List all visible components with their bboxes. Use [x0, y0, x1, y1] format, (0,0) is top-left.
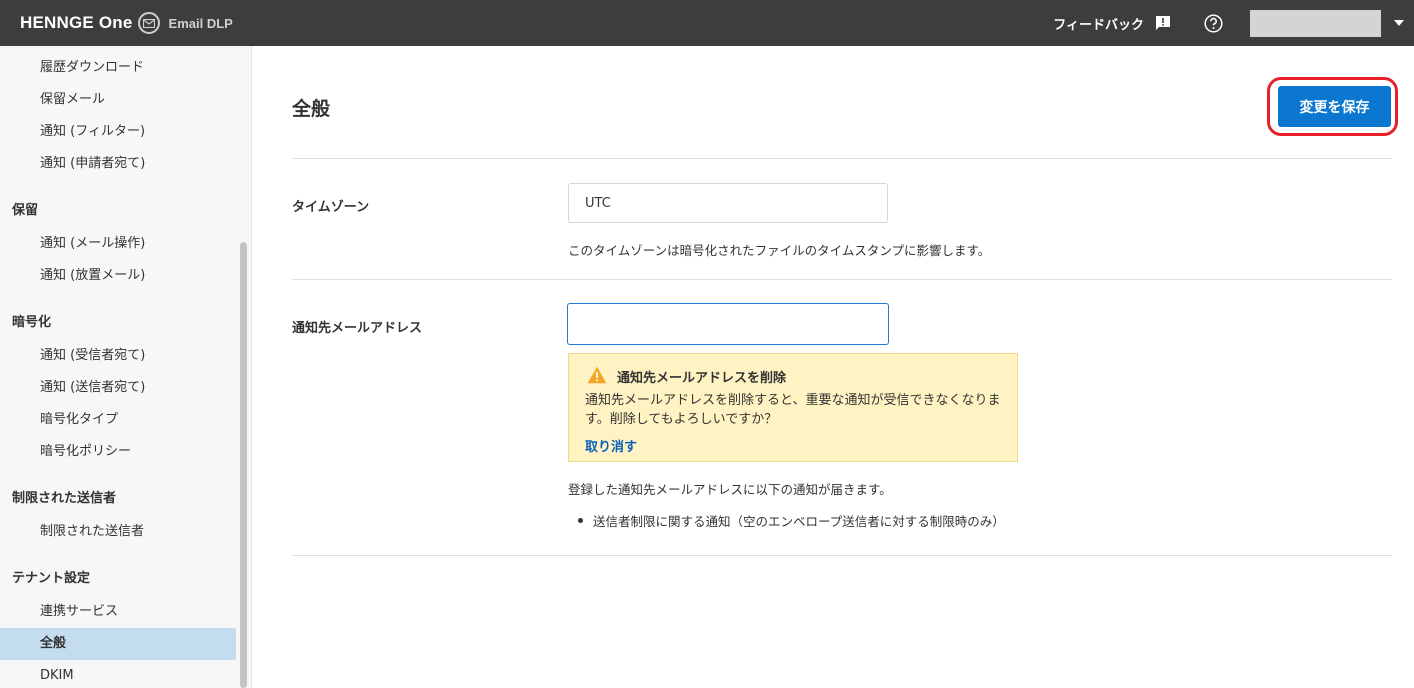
sidebar-item[interactable]: 保留メール [0, 84, 236, 116]
divider [292, 279, 1392, 280]
sidebar-item[interactable]: 暗号化ポリシー [0, 436, 236, 468]
save-button[interactable]: 変更を保存 [1278, 86, 1391, 127]
product-name: Email DLP [168, 15, 233, 31]
sidebar-item[interactable]: 制限された送信者 [0, 516, 236, 548]
brand-logo[interactable]: HENNGE One Email DLP [20, 0, 233, 46]
feedback-label: フィードバック [1053, 17, 1144, 33]
sidebar: 履歴ダウンロード 保留メール 通知 (フィルター) 通知 (申請者宛て) 保留通知 (メ… [0, 46, 252, 688]
bullet-icon [578, 518, 583, 523]
sidebar-item[interactable]: 暗号化タイプ [0, 404, 236, 436]
sidebar-nav: 履歴ダウンロード 保留メール 通知 (フィルター) 通知 (申請者宛て) 保留通知 (メ… [0, 52, 236, 688]
sidebar-section-header: テナント設定 [12, 571, 91, 586]
sidebar-item[interactable]: 履歴ダウンロード [0, 52, 236, 84]
sidebar-item[interactable]: 通知 (フィルター) [0, 116, 236, 148]
list-item-text: 送信者制限に関する通知（空のエンベロープ送信者に対する制限時のみ） [593, 514, 1005, 529]
sidebar-item[interactable]: 連携サービス [0, 596, 236, 628]
notify-email-input[interactable] [567, 303, 889, 345]
timezone-label: タイムゾーン [292, 200, 370, 215]
page-title: 全般 [292, 98, 331, 120]
timezone-select[interactable]: UTC [568, 183, 888, 223]
sidebar-item[interactable]: 通知 (送信者宛て) [0, 372, 236, 404]
brand-name: HENNGE One [20, 13, 133, 32]
warning-alert: 通知先メールアドレスを削除 通知先メールアドレスを削除すると、重要な通知が受信で… [568, 353, 1018, 462]
main-content: 全般 変更を保存 タイムゾーン UTC このタイムゾーンは暗号化されたファイルの… [252, 46, 1414, 688]
sidebar-item[interactable]: 通知 (申請者宛て) [0, 148, 236, 180]
help-icon[interactable] [1204, 13, 1223, 33]
warning-icon [587, 366, 607, 384]
sidebar-scrollbar[interactable] [240, 242, 247, 688]
notify-email-help: 登録した通知先メールアドレスに以下の通知が届きます。 [568, 482, 892, 497]
divider [292, 555, 1392, 556]
sidebar-item[interactable]: 通知 (メール操作) [0, 228, 236, 260]
divider [292, 158, 1392, 159]
timezone-value: UTC [585, 195, 611, 211]
feedback-button[interactable]: フィードバック [1053, 14, 1171, 33]
user-account-menu[interactable] [1250, 9, 1381, 37]
timezone-help: このタイムゾーンは暗号化されたファイルのタイムスタンプに影響します。 [568, 243, 991, 258]
notify-email-label: 通知先メールアドレス [292, 321, 423, 336]
undo-link[interactable]: 取り消す [585, 436, 637, 455]
sidebar-section-header: 暗号化 [12, 315, 52, 330]
sidebar-item[interactable]: 通知 (放置メール) [0, 260, 236, 292]
mail-icon [137, 12, 160, 34]
sidebar-item[interactable]: 全般 [0, 628, 236, 660]
list-item: 送信者制限に関する通知（空のエンベロープ送信者に対する制限時のみ） [578, 511, 1005, 530]
warning-title: 通知先メールアドレスを削除 [617, 371, 787, 386]
caret-down-icon[interactable] [1394, 20, 1404, 26]
warning-message: 通知先メールアドレスを削除すると、重要な通知が受信できなくなります。削除してもよ… [585, 393, 1001, 427]
sidebar-item[interactable]: 通知 (受信者宛て) [0, 340, 236, 372]
feedback-icon [1155, 15, 1171, 31]
sidebar-item[interactable]: DKIM [0, 660, 236, 688]
sidebar-section-header: 保留 [12, 203, 39, 218]
sidebar-section-header: 制限された送信者 [12, 491, 117, 506]
top-bar: HENNGE One Email DLP フィードバック [0, 0, 1414, 46]
